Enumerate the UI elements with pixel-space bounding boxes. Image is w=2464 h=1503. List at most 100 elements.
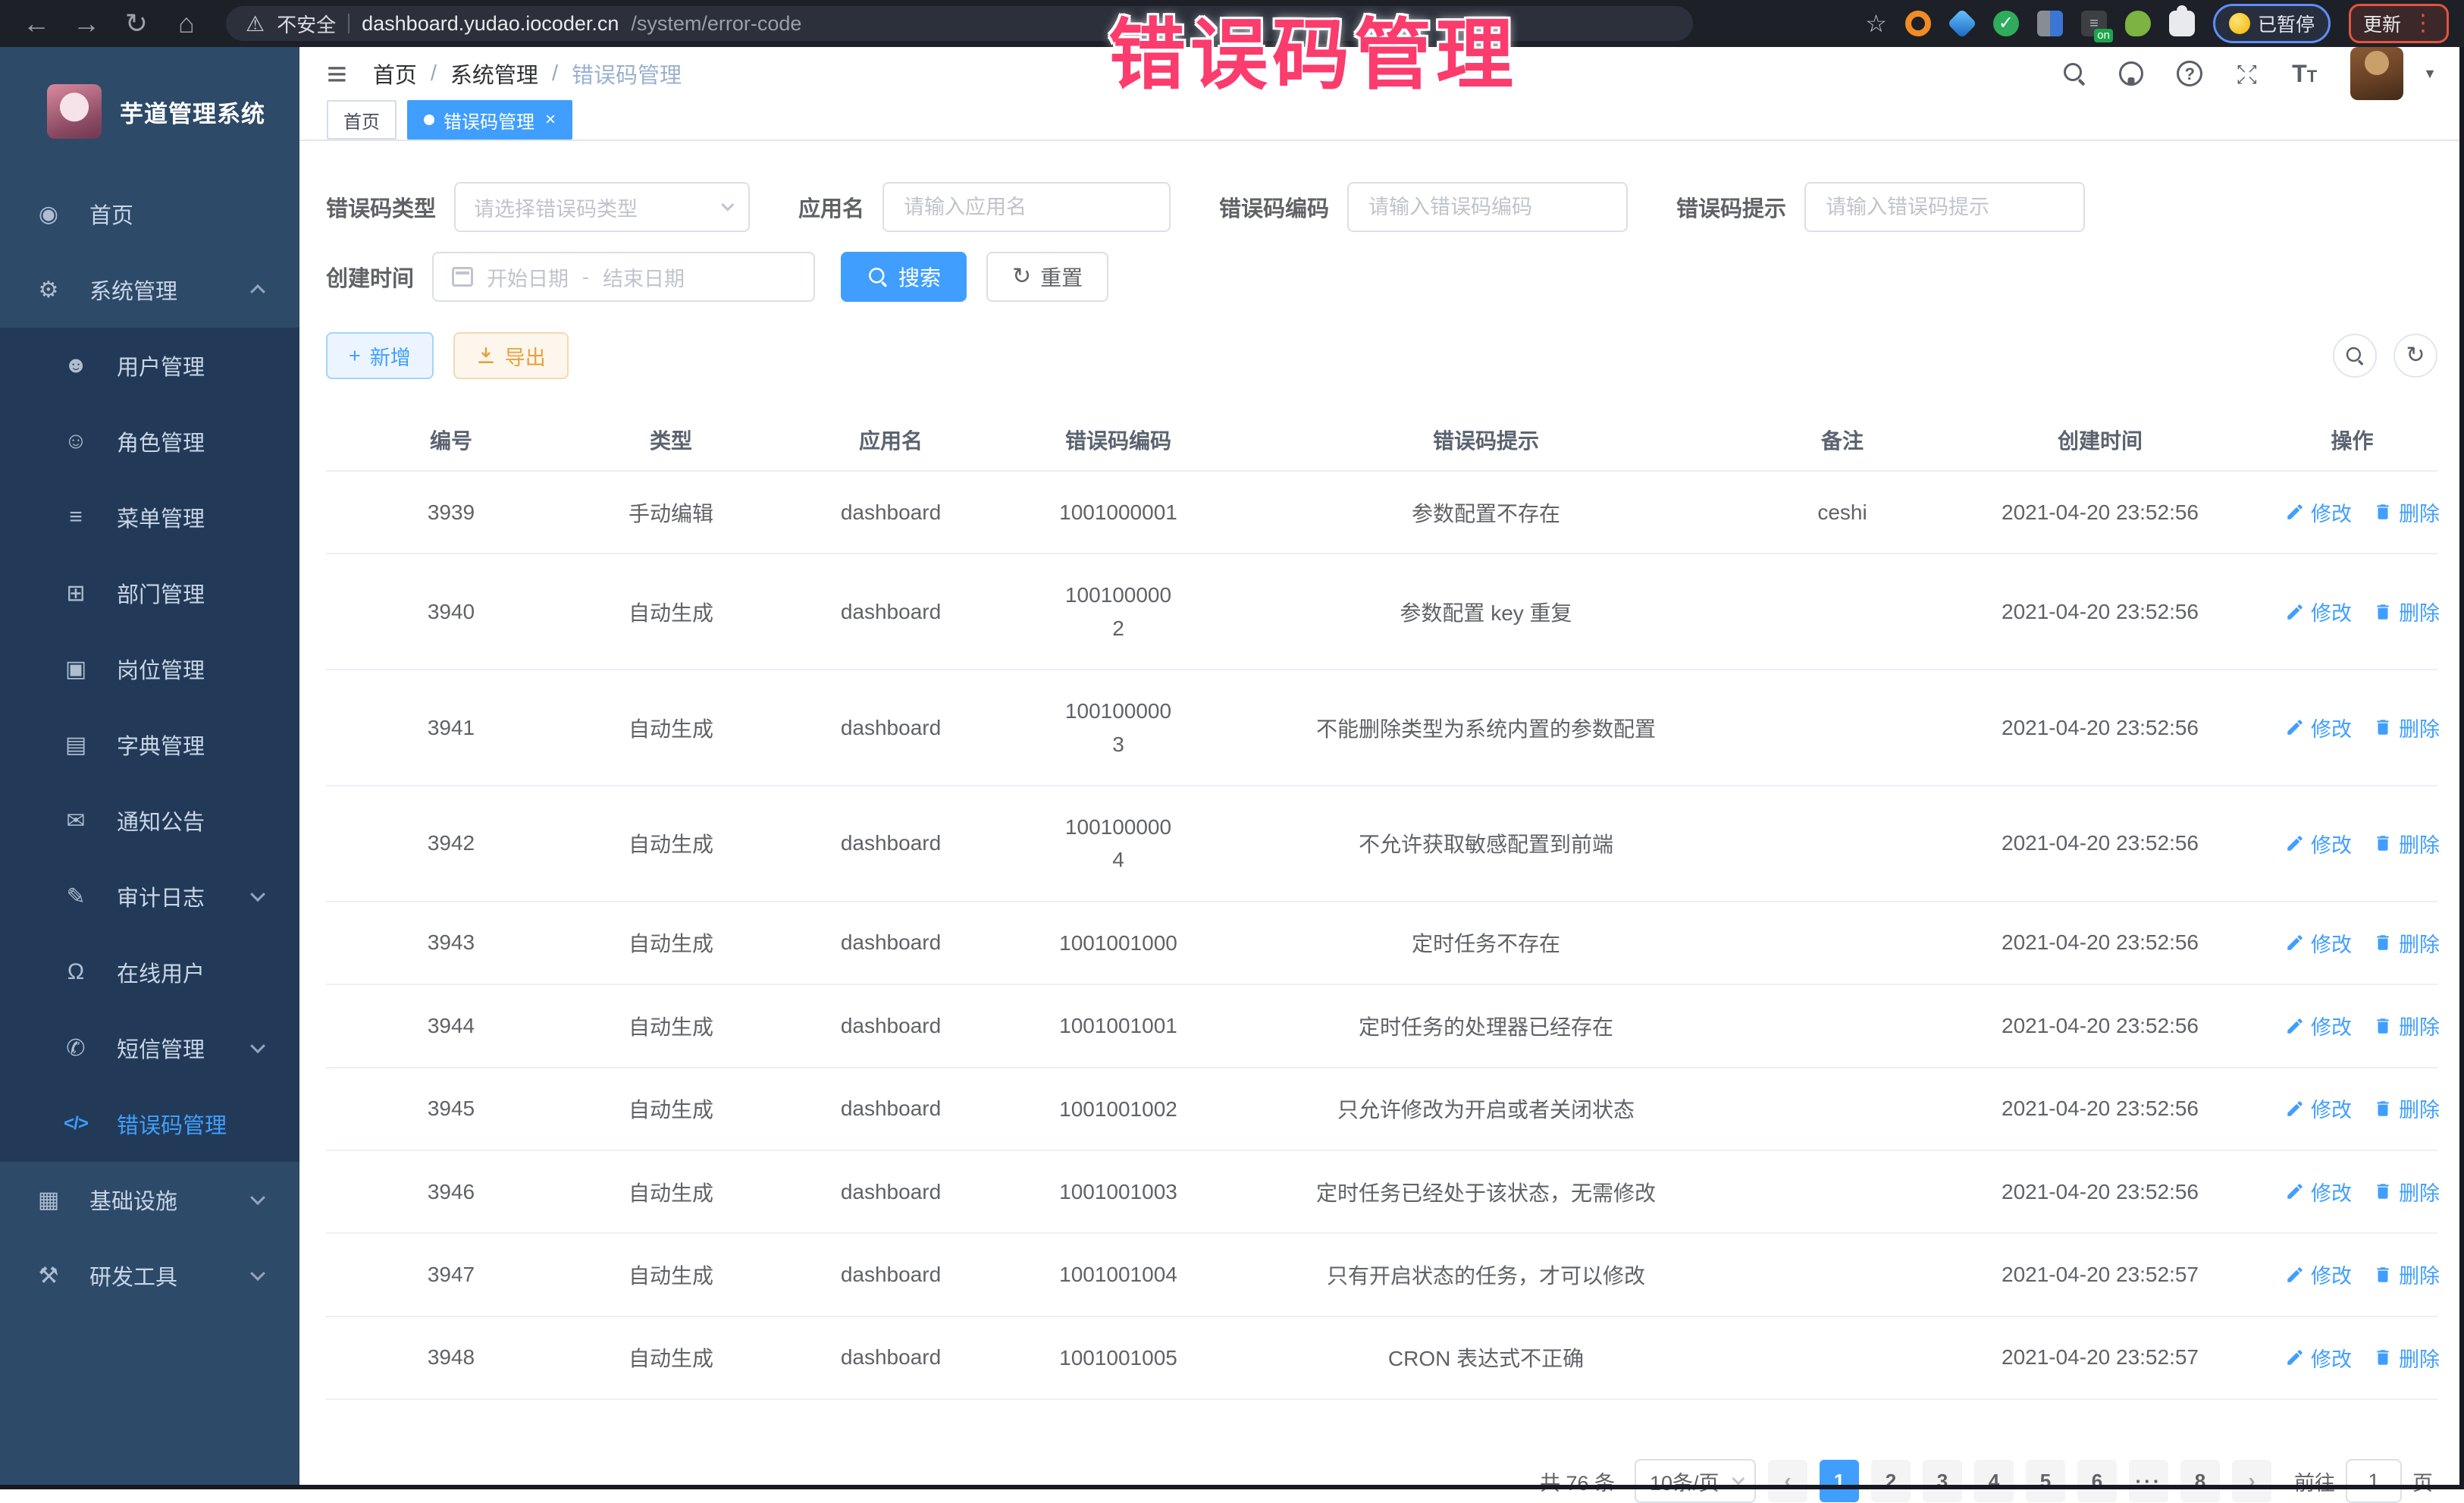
forward-icon[interactable]: → [65,0,108,47]
export-button[interactable]: 导出 [453,332,569,379]
page-button-6[interactable]: 6 [2077,1460,2117,1502]
breadcrumb-system[interactable]: 系统管理 [450,58,538,89]
caret-down-icon[interactable]: ▼ [2423,66,2437,82]
page-button-5[interactable]: 5 [2026,1460,2065,1502]
app-shell: 芋道管理系统 ◉首页⚙系统管理☻用户管理☺角色管理≡菜单管理⊞部门管理▣岗位管理… [0,47,2464,1489]
reload-icon[interactable]: ↻ [115,0,158,47]
sidebar-item-dept[interactable]: ⊞部门管理 [0,555,299,631]
page-button-8[interactable]: 8 [2180,1460,2220,1502]
add-button[interactable]: + 新增 [326,332,434,379]
date-range-picker[interactable]: 开始日期 - 结束日期 [432,252,815,302]
sidebar-logo-row[interactable]: 芋道管理系统 [0,47,299,176]
edit-link[interactable]: 修改 [2285,1177,2352,1206]
delete-link[interactable]: 删除 [2373,829,2440,858]
fullscreen-icon[interactable]: ↖↗↙↘ [2236,62,2259,85]
goto-page-input[interactable] [2346,1459,2402,1503]
github-icon[interactable] [2119,61,2143,86]
delete-link[interactable]: 删除 [2373,497,2440,527]
sidebar-item-error-code[interactable]: </>错误码管理 [0,1086,299,1162]
page-button-3[interactable]: 3 [1923,1460,1962,1502]
sidebar-item-online-user[interactable]: Ω在线用户 [0,934,299,1010]
delete-link[interactable]: 删除 [2373,1094,2440,1123]
update-button[interactable]: 更新⋮ [2349,4,2449,43]
extension-green-icon[interactable] [2125,11,2151,36]
sidebar-item-home[interactable]: ◉首页 [0,176,299,252]
page-size-select[interactable]: 10条/页 [1635,1459,1756,1503]
sidebar-item-menu[interactable]: ≡菜单管理 [0,479,299,555]
paused-pill[interactable]: 已暂停 [2213,4,2331,43]
edit-link[interactable]: 修改 [2285,1260,2352,1289]
delete-link[interactable]: 删除 [2373,928,2440,958]
prev-page-button[interactable]: ‹ [1768,1460,1807,1502]
edit-link[interactable]: 修改 [2285,497,2352,527]
active-dot-icon [424,115,434,125]
tag-home[interactable]: 首页 [327,100,397,140]
edit-link[interactable]: 修改 [2285,1343,2352,1373]
home-icon[interactable]: ⌂ [165,0,208,47]
breadcrumb-home[interactable]: 首页 [373,58,417,89]
search-button[interactable]: 搜索 [841,252,967,302]
back-icon[interactable]: ← [15,0,58,47]
help-icon[interactable]: ? [2177,61,2202,86]
sidebar-item-user[interactable]: ☻用户管理 [0,328,299,403]
extension-puzzle-icon[interactable] [2169,11,2195,36]
sidebar-item-role[interactable]: ☺角色管理 [0,403,299,479]
reset-button[interactable]: ↻ 重置 [986,252,1108,302]
delete-link[interactable]: 删除 [2373,597,2440,626]
sidebar-item-notice[interactable]: ✉通知公告 [0,783,299,858]
row-code: 1001001002 [1016,1068,1221,1150]
avatar[interactable] [2350,47,2403,100]
extension-orange-icon[interactable] [1905,11,1931,36]
sidebar-item-post[interactable]: ▣岗位管理 [0,631,299,707]
row-id: 3943 [326,902,576,984]
app-name-input[interactable] [902,195,1151,220]
sidebar-item-dev-tools[interactable]: ⚒研发工具 [0,1238,299,1313]
delete-link[interactable]: 删除 [2373,1177,2440,1206]
delete-link[interactable]: 删除 [2373,713,2440,742]
toggle-search-button[interactable] [2333,334,2377,378]
sidebar-item-audit-log[interactable]: ✎审计日志 [0,858,299,934]
error-type-select[interactable]: 请选择错误码类型 [454,182,750,232]
edit-link[interactable]: 修改 [2285,829,2352,858]
font-size-icon[interactable]: TT [2292,60,2317,88]
edit-link[interactable]: 修改 [2285,597,2352,626]
extension-grid-icon[interactable] [2037,11,2063,36]
error-code-input[interactable] [1367,195,1608,220]
delete-link[interactable]: 删除 [2373,1260,2440,1289]
collapse-sidebar-icon[interactable]: ≡ [327,56,347,91]
goto-page: 前往 页 [2294,1459,2433,1503]
edit-link[interactable]: 修改 [2285,1094,2352,1123]
table-row: 3941自动生成dashboard100100000 3不能删除类型为系统内置的… [326,670,2437,786]
tag-error-code[interactable]: 错误码管理 × [407,100,572,140]
edit-link[interactable]: 修改 [2285,928,2352,958]
sidebar-item-infra[interactable]: ▦基础设施 [0,1162,299,1238]
error-hint-input[interactable] [1824,195,2065,220]
sidebar-item-dict[interactable]: ▤字典管理 [0,707,299,783]
delete-link[interactable]: 删除 [2373,1343,2440,1373]
extension-on-badge-icon[interactable]: ≡on [2081,11,2107,36]
page-button-4[interactable]: 4 [1974,1460,2014,1502]
refresh-table-button[interactable]: ↻ [2393,334,2437,378]
row-time: 2021-04-20 23:52:56 [1933,471,2267,554]
url-host: dashboard.yudao.iocoder.cn [362,12,619,36]
browser-menu-icon[interactable]: ⋮ [2412,12,2434,35]
bookmark-star-icon[interactable]: ☆ [1865,9,1887,38]
edit-link[interactable]: 修改 [2285,713,2352,742]
delete-link[interactable]: 删除 [2373,1011,2440,1040]
edit-link[interactable]: 修改 [2285,1011,2352,1040]
extension-gem-icon[interactable] [1947,8,1977,38]
sidebar-item-system[interactable]: ⚙系统管理 [0,252,299,328]
close-tag-icon[interactable]: × [545,109,556,130]
delete-link-label: 删除 [2399,597,2440,626]
column-header: 错误码提示 [1221,409,1751,471]
page-button-2[interactable]: 2 [1871,1460,1911,1502]
extension-green-check-icon[interactable]: ✓ [1993,11,2019,36]
sidebar-item-sms[interactable]: ✆短信管理 [0,1010,299,1086]
chevron-down-icon [250,1038,265,1053]
main-area: ≡ 首页 / 系统管理 / 错误码管理 ? ↖↗↙↘ TT ▼ 首页 [299,47,2464,1489]
page-button-1[interactable]: 1 [1820,1460,1859,1502]
next-page-button[interactable]: › [2232,1460,2271,1502]
search-icon[interactable] [2063,62,2086,85]
pagination: 共 76 条 10条/页 ‹ 123456···8 › 前往 页 [326,1459,2437,1503]
page-ellipsis[interactable]: ··· [2129,1460,2168,1502]
